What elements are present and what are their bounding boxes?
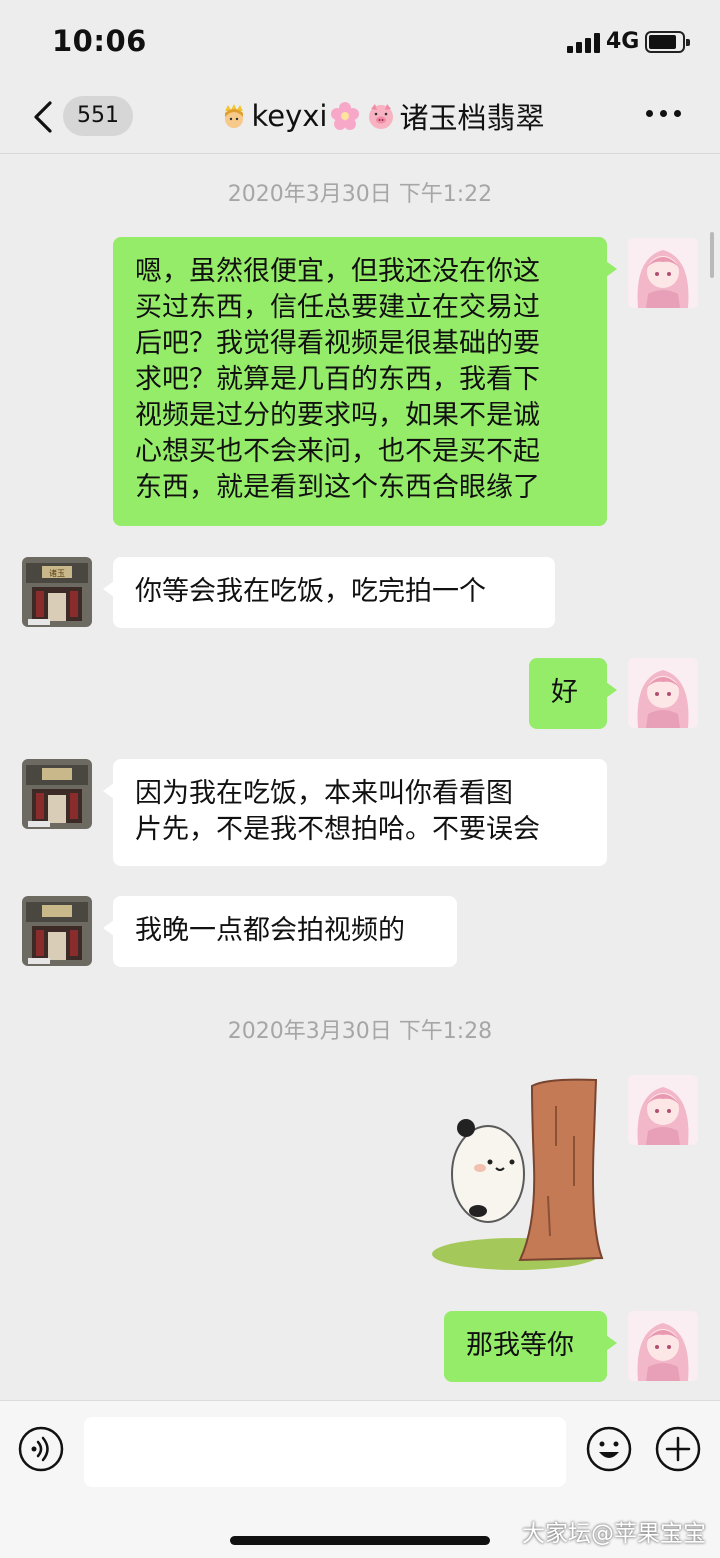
unread-count-badge[interactable]: 551 (63, 96, 133, 136)
self-avatar[interactable] (628, 658, 698, 728)
cherry-blossom-emoji-icon (331, 102, 360, 130)
incoming-message-bubble[interactable]: 我晚一点都会拍视频的 (103, 896, 457, 967)
chat-title-suffix: 诸玉档翡翠 (399, 101, 545, 135)
chat-header: 551 keyxi 诸玉档翡翠 (0, 84, 720, 154)
message-text-line: 你等会我在吃饭，吃完拍一个 (135, 576, 486, 607)
message-text-line: 嗯，虽然很便宜，但我还没在你这 (135, 256, 540, 287)
contact-avatar[interactable] (22, 896, 92, 966)
anime-girl-avatar-icon (628, 1311, 698, 1381)
outgoing-message-bubble[interactable]: 好 (529, 658, 617, 729)
pig-emoji-icon (369, 104, 394, 129)
battery-icon (645, 31, 690, 53)
incoming-message-bubble[interactable]: 你等会我在吃饭，吃完拍一个 (103, 557, 555, 628)
contact-avatar[interactable] (22, 759, 92, 829)
princess-emoji-icon (224, 104, 243, 128)
shop-storefront-avatar-icon (22, 896, 92, 966)
shop-sign-text: 诸玉 (49, 569, 65, 578)
contact-avatar[interactable]: 诸玉 (22, 557, 92, 627)
message-text-line: 求吧？就算是几百的东西，我看下 (135, 364, 540, 395)
self-avatar[interactable] (628, 238, 698, 308)
message-timestamp: 2020年3月30日 下午1:28 (227, 1019, 493, 1044)
message-text-line: 好 (551, 677, 578, 708)
status-bar: 10:06 4G (0, 0, 720, 84)
back-chevron-icon[interactable] (28, 100, 58, 134)
message-text-line: 买过东西，信任总要建立在交易过 (135, 292, 540, 323)
chat-title-name: keyxi (251, 99, 328, 133)
emoji-picker-icon[interactable] (586, 1426, 632, 1472)
message-timestamp: 2020年3月30日 下午1:22 (227, 182, 493, 207)
more-options-icon[interactable] (646, 110, 682, 120)
anime-girl-avatar-icon (628, 238, 698, 308)
message-text-input[interactable] (84, 1417, 566, 1487)
more-actions-plus-icon[interactable] (655, 1426, 701, 1472)
incoming-message-bubble[interactable]: 因为我在吃饭，本来叫你看看图 片先，不是我不想拍哈。不要误会 (103, 759, 607, 866)
message-text-line: 东西，就是看到这个东西合眼缘了 (135, 472, 540, 503)
message-text-line: 因为我在吃饭，本来叫你看看图 (135, 778, 513, 809)
status-time: 10:06 (52, 24, 147, 58)
message-text-line: 后吧？我觉得看视频是很基础的要 (135, 328, 540, 359)
network-type: 4G (606, 29, 640, 54)
anime-girl-avatar-icon (628, 1075, 698, 1145)
message-text-line: 我晚一点都会拍视频的 (135, 915, 405, 946)
anime-girl-avatar-icon (628, 658, 698, 728)
chat-title: keyxi 诸玉档翡翠 (150, 96, 610, 136)
self-avatar[interactable] (628, 1311, 698, 1381)
scroll-indicator[interactable] (710, 232, 714, 278)
watermark: 大家坛@苹果宝宝 (522, 1521, 706, 1547)
self-avatar[interactable] (628, 1075, 698, 1145)
shop-storefront-avatar-icon: 诸玉 (22, 557, 92, 627)
message-text-line: 那我等你 (466, 1330, 574, 1361)
outgoing-message-bubble[interactable]: 嗯，虽然很便宜，但我还没在你这 买过东西，信任总要建立在交易过 后吧？我觉得看视… (113, 237, 617, 526)
voice-input-icon[interactable] (18, 1426, 64, 1472)
cellular-signal-icon (567, 33, 601, 53)
outgoing-message-bubble[interactable]: 那我等你 (444, 1311, 617, 1382)
message-text-line: 视频是过分的要求吗，如果不是诚 (135, 400, 540, 431)
message-text-line: 心想买也不会来问，也不是买不起 (135, 436, 540, 467)
shop-storefront-avatar-icon (22, 759, 92, 829)
message-text-line: 片先，不是我不想拍哈。不要误会 (135, 814, 540, 845)
home-indicator[interactable] (230, 1536, 490, 1545)
panda-behind-tree-sticker[interactable] (428, 1076, 608, 1276)
